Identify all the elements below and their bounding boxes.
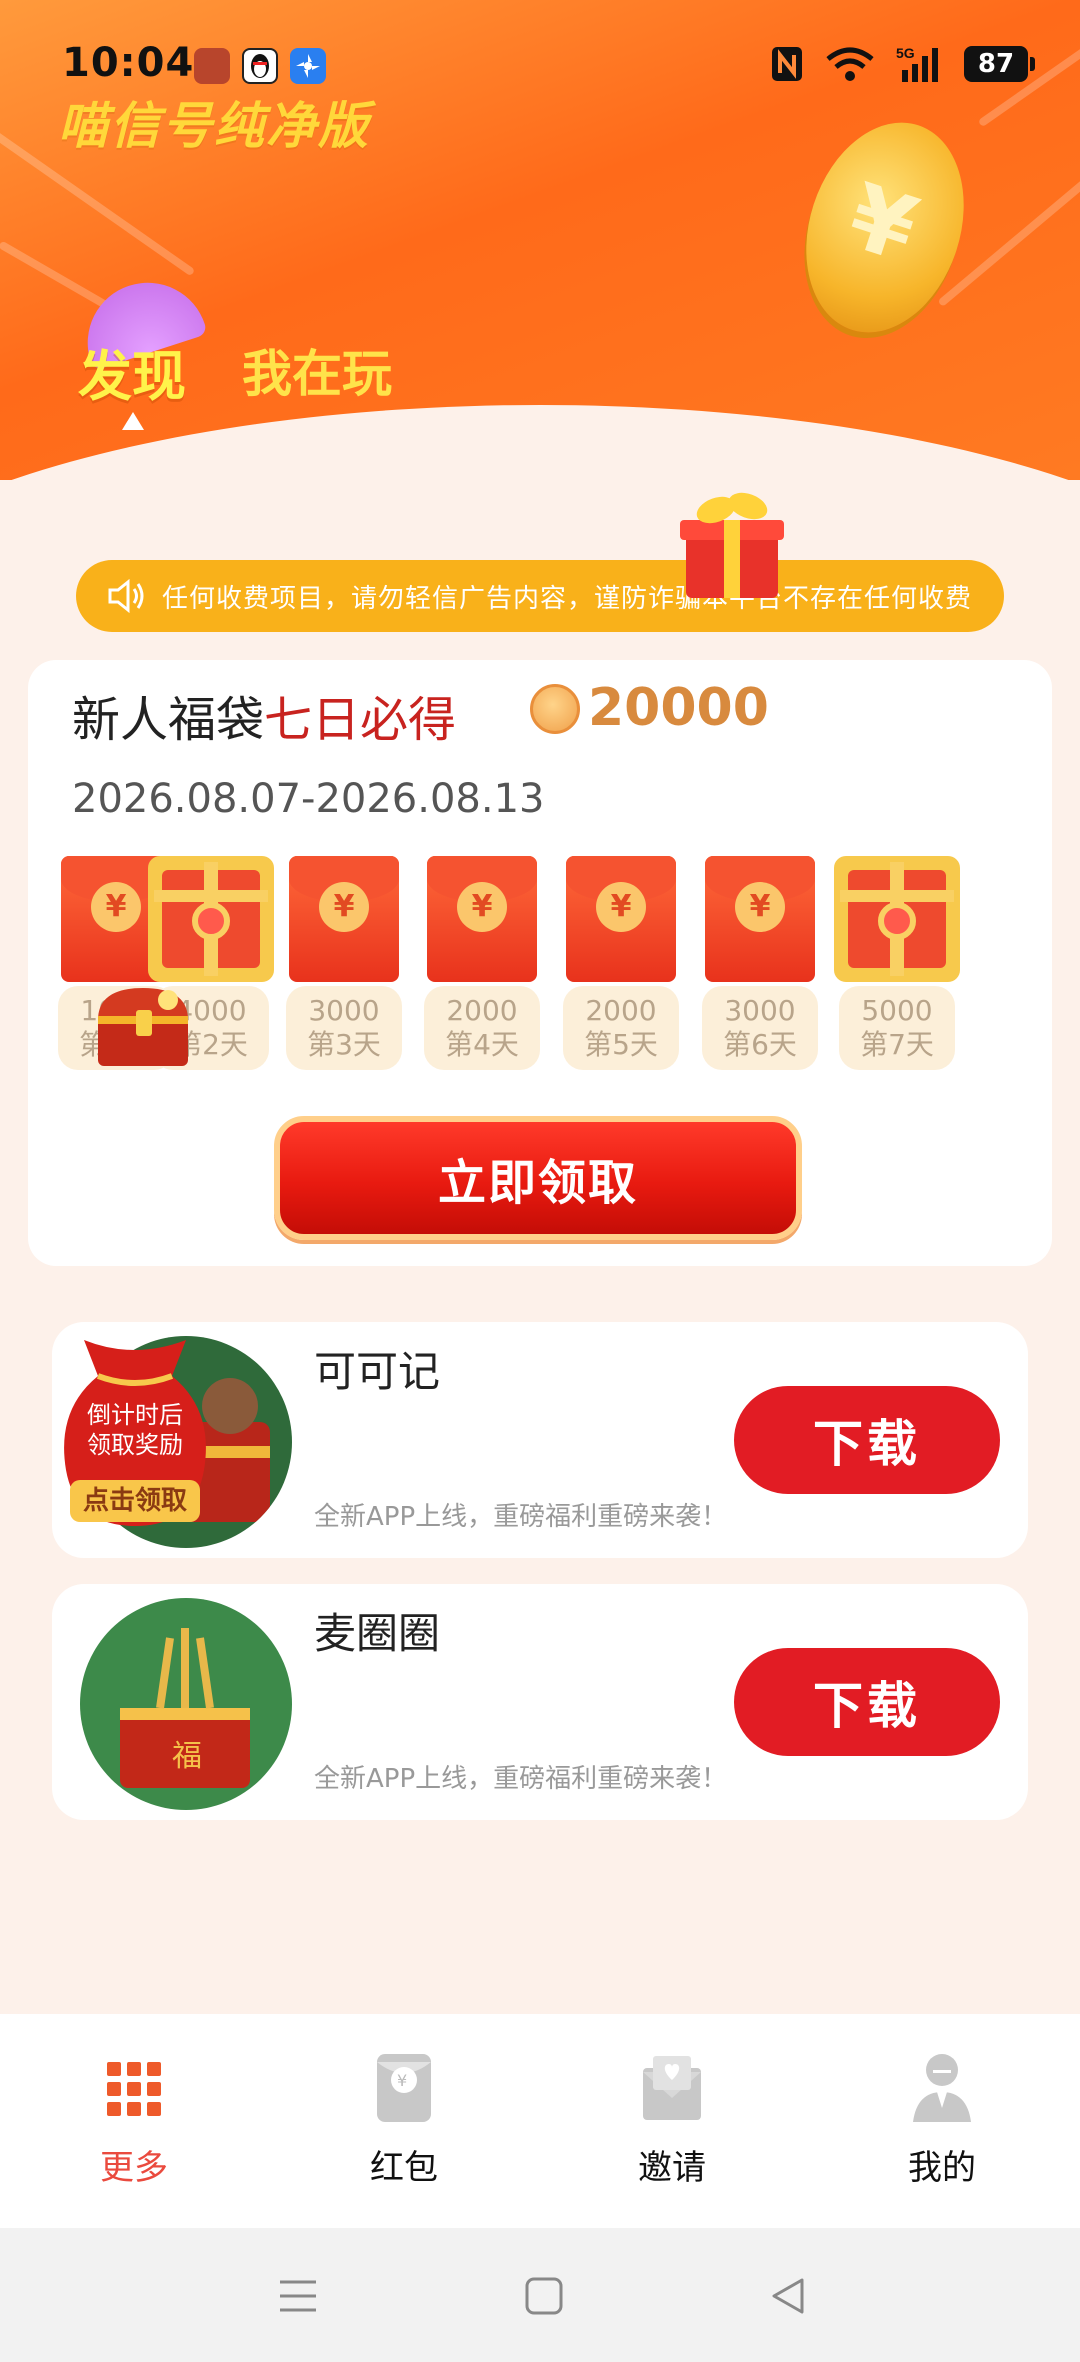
system-navigation-bar: [0, 2228, 1080, 2362]
red-envelope-icon: ¥: [289, 856, 399, 982]
notice-text: 任何收费项目，请勿轻信广告内容，谨防诈骗本平台不存在任何收费: [162, 583, 973, 614]
coin-icon: [530, 684, 580, 734]
app-icon-maiquanquan: 福: [80, 1598, 292, 1810]
red-envelope-icon: ¥: [371, 2050, 437, 2126]
pinwheel-app-icon: [290, 48, 326, 84]
day-amount: 5000: [861, 994, 933, 1027]
day-amount: 3000: [724, 994, 796, 1027]
grid-icon: [101, 2050, 167, 2126]
status-time: 10:04: [62, 40, 195, 86]
red-envelope-icon: ¥: [427, 856, 537, 982]
red-envelope-icon: ¥: [705, 856, 815, 982]
app-name: 可可记: [314, 1347, 441, 1396]
nav-label: 更多: [100, 2148, 168, 2188]
menu-icon[interactable]: [278, 2276, 318, 2316]
tab-active-indicator: [122, 412, 144, 430]
speaker-icon: [108, 578, 144, 614]
welfare-title-part1: 新人福袋: [72, 692, 265, 748]
welfare-title: 新人福袋 七日必得: [72, 680, 456, 750]
bottom-navigation: 更多 ¥ 红包 邀请 我的: [0, 2014, 1080, 2228]
newcomer-welfare-card: 新人福袋七日必得 20000 2026.08.07-2026.08.13 ¥ 1…: [28, 660, 1052, 1266]
floating-gift-icon[interactable]: [672, 484, 792, 604]
home-icon[interactable]: [524, 2276, 564, 2316]
invite-heart-envelope-icon: [639, 2050, 705, 2126]
back-icon[interactable]: [768, 2276, 808, 2316]
day-label: 第6天: [723, 1028, 797, 1061]
header-curve: [0, 405, 1080, 480]
day-amount: 3000: [308, 994, 380, 1027]
red-envelope-icon: ¥: [566, 856, 676, 982]
svg-text:福: 福: [172, 1739, 202, 1774]
svg-text:5G: 5G: [896, 45, 915, 61]
gift-box-icon: [834, 856, 960, 982]
treasure-chest-icon[interactable]: [88, 980, 198, 1072]
day-label: 第7天: [860, 1028, 934, 1061]
nav-item-invite[interactable]: 邀请: [582, 2050, 762, 2189]
wifi-icon: [826, 47, 874, 81]
download-button[interactable]: 下载: [734, 1648, 1000, 1756]
5g-signal-icon: 5G: [896, 45, 938, 82]
nav-label: 我的: [908, 2148, 976, 2188]
countdown-line2: 领取奖励: [87, 1431, 183, 1459]
battery-icon: 87: [964, 46, 1035, 82]
reward-amount: 20000: [588, 678, 769, 738]
day-amount: 2000: [446, 994, 518, 1027]
day-label: 第3天: [307, 1028, 381, 1061]
gold-coin-decoration: ¥: [780, 102, 990, 353]
app-card[interactable]: 福 麦圈圈 全新APP上线，重磅福利重磅来袭！ 下载: [52, 1584, 1028, 1820]
welfare-date-range: 2026.08.07-2026.08.13: [72, 776, 545, 822]
nfc-icon: [772, 47, 802, 81]
app-description: 全新APP上线，重磅福利重磅来袭！: [314, 1502, 728, 1532]
profile-icon: [909, 2050, 975, 2126]
nav-item-profile[interactable]: 我的: [852, 2050, 1032, 2189]
status-indicators: 5G 87: [770, 44, 1035, 84]
welfare-title-part2: 七日必得: [264, 692, 457, 748]
claim-now-button[interactable]: 立即领取: [274, 1116, 802, 1240]
download-button[interactable]: 下载: [734, 1386, 1000, 1494]
click-to-claim-label[interactable]: 点击领取: [70, 1480, 200, 1522]
nav-item-red-envelope[interactable]: ¥ 红包: [314, 2050, 494, 2189]
app-name: 麦圈圈: [314, 1609, 441, 1658]
nav-label: 红包: [370, 2148, 438, 2188]
nav-label: 邀请: [638, 2148, 706, 2188]
game-app-icon: [194, 48, 230, 84]
day-label: 第4天: [445, 1028, 519, 1061]
day-label: 第5天: [584, 1028, 658, 1061]
notice-bar: 任何收费项目，请勿轻信广告内容，谨防诈骗本平台不存在任何收费: [76, 560, 1004, 632]
seven-day-rewards: ¥ 1000第1天 4000第2天 ¥ 3000第3天 ¥ 2000第4天 ¥ …: [58, 856, 1038, 1070]
day-amount: 2000: [585, 994, 657, 1027]
tab-discover[interactable]: 发现: [78, 332, 186, 411]
countdown-reward-badge[interactable]: 倒计时后 领取奖励 点击领取: [54, 1330, 216, 1536]
qq-penguin-icon: [242, 48, 278, 84]
countdown-text: 倒计时后 领取奖励: [54, 1400, 216, 1460]
svg-text:¥: ¥: [397, 2071, 407, 2090]
tab-playing[interactable]: 我在玩: [242, 334, 392, 406]
header-banner: ¥ 10:04 5G 87 喵信号纯净版 发现 我在玩: [0, 0, 1080, 480]
countdown-line1: 倒计时后: [87, 1401, 183, 1429]
app-description: 全新APP上线，重磅福利重磅来袭！: [314, 1764, 728, 1794]
gift-box-icon: [148, 856, 274, 982]
nav-item-more[interactable]: 更多: [44, 2050, 224, 2189]
brand-watermark: 喵信号纯净版: [58, 97, 370, 155]
